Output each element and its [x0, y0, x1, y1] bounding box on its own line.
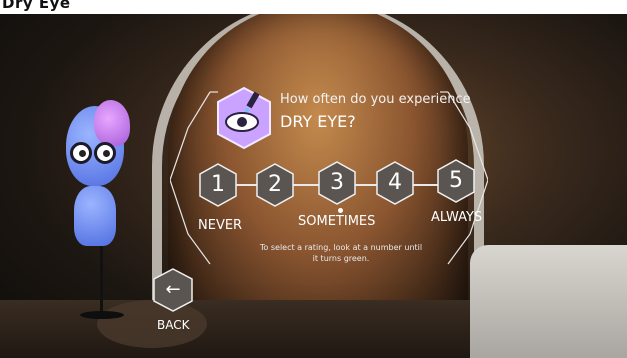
rating-option-1[interactable]: 1 — [199, 163, 237, 207]
avatar-hair — [94, 100, 130, 146]
sofa — [470, 245, 627, 358]
avatar — [60, 100, 132, 248]
label-always: ALWAYS — [431, 210, 483, 225]
label-never: NEVER — [198, 218, 243, 233]
instruction-text: To select a rating, look at a number unt… — [256, 242, 426, 264]
avatar-right-eye — [94, 142, 116, 164]
floor-lamp-base — [80, 311, 124, 319]
gaze-dot — [338, 208, 343, 213]
instruction-line-2: it turns green. — [312, 254, 370, 263]
avatar-left-eye — [70, 142, 92, 164]
instruction-line-1: To select a rating, look at a number unt… — [259, 243, 423, 252]
rating-option-5-label: 5 — [449, 168, 463, 193]
back-button[interactable]: ← — [153, 268, 193, 312]
question-prompt: How often do you experience — [280, 92, 471, 107]
rating-option-2-label: 2 — [268, 172, 282, 197]
question-topic: DRY EYE? — [280, 112, 356, 131]
rating-option-4-label: 4 — [388, 170, 402, 195]
caption-strip: Dry Eye — [0, 0, 627, 14]
partial-title: Dry Eye — [2, 0, 71, 12]
rating-option-1-label: 1 — [211, 172, 225, 197]
avatar-body — [74, 186, 116, 246]
eye-dropper-icon — [214, 86, 274, 150]
rating-option-4[interactable]: 4 — [376, 161, 414, 205]
back-label: BACK — [157, 318, 190, 332]
rating-option-2[interactable]: 2 — [256, 163, 294, 207]
label-sometimes: SOMETIMES — [298, 214, 376, 229]
rating-option-5[interactable]: 5 — [437, 159, 475, 203]
rating-option-3[interactable]: 3 — [318, 161, 356, 205]
left-arrow-icon: ← — [165, 279, 181, 300]
vr-scene: How often do you experience DRY EYE? 1 2… — [0, 0, 627, 358]
rating-option-3-label: 3 — [330, 170, 344, 195]
